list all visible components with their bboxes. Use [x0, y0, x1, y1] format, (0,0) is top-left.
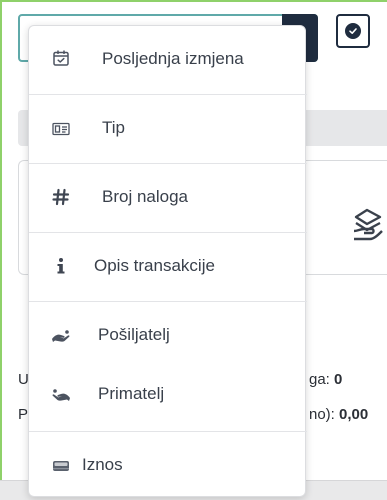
menu-item-label: Pošiljatelj — [98, 325, 170, 344]
menu-item-sender[interactable]: Pošiljatelj — [29, 302, 307, 370]
summary-amount-value: 0,00 — [339, 406, 369, 423]
menu-item-label: Broj naloga — [102, 187, 189, 206]
menu-item-label: Iznos — [82, 455, 123, 474]
id-card-icon — [51, 119, 71, 139]
summary-line-2-right: no): 0,00 — [309, 406, 368, 423]
info-icon — [51, 256, 71, 276]
calendar-check-icon — [51, 48, 71, 68]
summary-line-1-right: ga: 0 — [309, 371, 342, 388]
coins-hand-icon — [350, 205, 384, 245]
menu-item-transaction-description[interactable]: Opis transakcije — [29, 233, 307, 301]
summary-count-label: ga: — [309, 371, 330, 388]
hash-icon — [51, 187, 71, 207]
menu-item-label: Posljednja izmjena — [102, 49, 244, 68]
menu-item-receiver[interactable]: Primatelj — [29, 361, 307, 429]
summary-amount-label: no): — [309, 406, 335, 423]
check-circle-icon — [345, 23, 361, 39]
select-all-button[interactable] — [336, 14, 370, 48]
menu-item-type[interactable]: Tip — [29, 95, 307, 163]
sort-dropdown-menu: Posljednja izmjena Tip Broj naloga Opis … — [28, 25, 307, 500]
menu-item-order-number[interactable]: Broj naloga — [29, 164, 307, 232]
money-icon — [51, 456, 71, 476]
receiver-hand-icon — [51, 385, 71, 405]
menu-item-label: Opis transakcije — [94, 256, 215, 275]
sender-hand-icon — [51, 326, 71, 346]
menu-item-label: Tip — [102, 118, 125, 137]
menu-item-label: Primatelj — [98, 384, 165, 403]
summary-count-value: 0 — [334, 371, 343, 388]
summary-line-2-left: P — [18, 406, 29, 423]
menu-item-amount[interactable]: Iznos — [29, 432, 307, 500]
menu-item-last-modified[interactable]: Posljednja izmjena — [29, 26, 307, 94]
